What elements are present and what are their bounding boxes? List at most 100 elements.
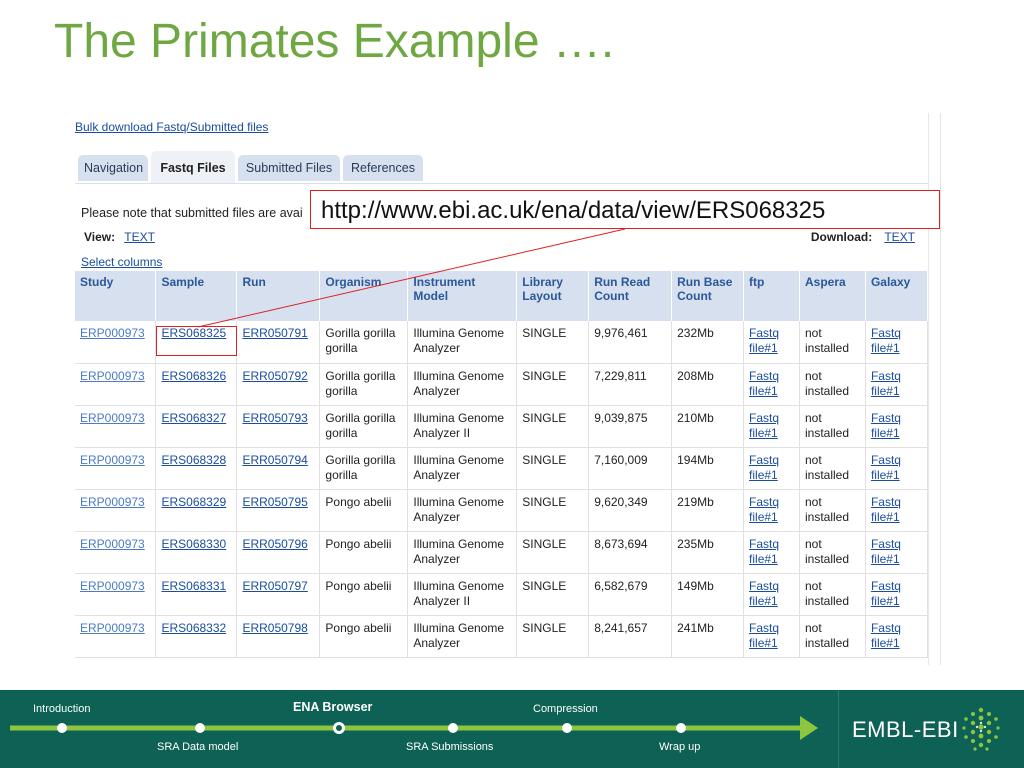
step-dot-sra-submissions[interactable] bbox=[448, 723, 458, 733]
organism-cell: Pongo abelii bbox=[319, 615, 409, 658]
step-label-introduction[interactable]: Introduction bbox=[33, 703, 90, 715]
column-header-library-layout[interactable]: Library Layout bbox=[516, 271, 590, 321]
aspera-cell: not installed bbox=[799, 489, 866, 532]
step-label-ena-browser[interactable]: ENA Browser bbox=[293, 700, 372, 714]
ftp-fastq-link[interactable]: Fastq file#1 bbox=[749, 369, 779, 398]
view-text-link[interactable]: TEXT bbox=[124, 230, 155, 244]
layout-cell: SINGLE bbox=[516, 531, 590, 574]
step-dot-ena-browser-current bbox=[336, 725, 342, 731]
run-link[interactable]: ERR050796 bbox=[242, 537, 307, 551]
study-link[interactable]: ERP000973 bbox=[80, 579, 145, 593]
layout-cell: SINGLE bbox=[516, 615, 590, 658]
galaxy-fastq-link[interactable]: Fastq file#1 bbox=[871, 369, 901, 398]
instrument-cell: Illumina Genome Analyzer II bbox=[407, 573, 518, 616]
run-link[interactable]: ERR050792 bbox=[242, 369, 307, 383]
sample-link[interactable]: ERS068326 bbox=[161, 369, 226, 383]
aspera-cell: not installed bbox=[799, 363, 866, 406]
galaxy-fastq-link[interactable]: Fastq file#1 bbox=[871, 579, 901, 608]
column-header-study[interactable]: Study bbox=[75, 271, 157, 321]
galaxy-fastq-link[interactable]: Fastq file#1 bbox=[871, 326, 901, 355]
galaxy-fastq-link[interactable]: Fastq file#1 bbox=[871, 411, 901, 440]
galaxy-fastq-link[interactable]: Fastq file#1 bbox=[871, 453, 901, 482]
table-row: ERP000973 ERS068331 ERR050797 Pongo abel… bbox=[75, 573, 929, 616]
step-label-compression[interactable]: Compression bbox=[533, 703, 598, 715]
select-columns-link[interactable]: Select columns bbox=[81, 255, 162, 269]
run-link[interactable]: ERR050791 bbox=[242, 326, 307, 340]
galaxy-fastq-link[interactable]: Fastq file#1 bbox=[871, 621, 901, 650]
sample-link[interactable]: ERS068330 bbox=[161, 537, 226, 551]
layout-cell: SINGLE bbox=[516, 321, 590, 364]
step-dot-wrap-up[interactable] bbox=[676, 723, 686, 733]
tab-submitted-files[interactable]: Submitted Files bbox=[238, 155, 340, 181]
url-callout: http://www.ebi.ac.uk/ena/data/view/ERS06… bbox=[310, 190, 940, 229]
column-header-ftp[interactable]: ftp bbox=[743, 271, 800, 321]
download-label: Download: bbox=[810, 230, 873, 244]
run-link[interactable]: ERR050797 bbox=[242, 579, 307, 593]
run-link[interactable]: ERR050793 bbox=[242, 411, 307, 425]
read-count-cell: 9,039,875 bbox=[588, 405, 673, 448]
step-label-wrap-up[interactable]: Wrap up bbox=[659, 741, 700, 753]
sample-link[interactable]: ERS068329 bbox=[161, 495, 226, 509]
organism-cell: Gorilla gorilla gorilla bbox=[319, 447, 409, 490]
step-label-sra-data-model[interactable]: SRA Data model bbox=[157, 741, 238, 753]
layout-cell: SINGLE bbox=[516, 447, 590, 490]
table-header-row: Study Sample Run Organism Instrument Mod… bbox=[75, 271, 929, 321]
study-link[interactable]: ERP000973 bbox=[80, 453, 145, 467]
aspera-cell: not installed bbox=[799, 531, 866, 574]
column-header-sample[interactable]: Sample bbox=[155, 271, 238, 321]
study-link[interactable]: ERP000973 bbox=[80, 411, 145, 425]
study-link[interactable]: ERP000973 bbox=[80, 537, 145, 551]
step-dot-sra-data-model[interactable] bbox=[195, 723, 205, 733]
column-header-run-base-count[interactable]: Run Base Count bbox=[671, 271, 745, 321]
read-count-cell: 8,241,657 bbox=[588, 615, 673, 658]
sample-link[interactable]: ERS068327 bbox=[161, 411, 226, 425]
download-options: Download: TEXT bbox=[811, 230, 915, 244]
base-count-cell: 210Mb bbox=[671, 405, 745, 448]
galaxy-fastq-link[interactable]: Fastq file#1 bbox=[871, 537, 901, 566]
ftp-fastq-link[interactable]: Fastq file#1 bbox=[749, 579, 779, 608]
instrument-cell: Illumina Genome Analyzer bbox=[407, 321, 518, 364]
ftp-fastq-link[interactable]: Fastq file#1 bbox=[749, 411, 779, 440]
step-dot-introduction[interactable] bbox=[57, 723, 67, 733]
ftp-fastq-link[interactable]: Fastq file#1 bbox=[749, 495, 779, 524]
layout-cell: SINGLE bbox=[516, 489, 590, 532]
instrument-cell: Illumina Genome Analyzer II bbox=[407, 405, 518, 448]
base-count-cell: 235Mb bbox=[671, 531, 745, 574]
study-link[interactable]: ERP000973 bbox=[80, 326, 145, 340]
tab-navigation[interactable]: Navigation bbox=[78, 155, 148, 181]
bulk-download-link[interactable]: Bulk download Fastq/Submitted files bbox=[75, 120, 268, 134]
sample-link[interactable]: ERS068331 bbox=[161, 579, 226, 593]
column-header-run-read-count[interactable]: Run Read Count bbox=[588, 271, 673, 321]
ftp-fastq-link[interactable]: Fastq file#1 bbox=[749, 326, 779, 355]
ftp-fastq-link[interactable]: Fastq file#1 bbox=[749, 453, 779, 482]
table-row: ERP000973 ERS068326 ERR050792 Gorilla go… bbox=[75, 363, 929, 406]
sample-link[interactable]: ERS068328 bbox=[161, 453, 226, 467]
step-label-sra-submissions[interactable]: SRA Submissions bbox=[406, 741, 493, 753]
column-header-instrument-model[interactable]: Instrument Model bbox=[407, 271, 518, 321]
organism-cell: Pongo abelii bbox=[319, 573, 409, 616]
ftp-fastq-link[interactable]: Fastq file#1 bbox=[749, 621, 779, 650]
step-dot-compression[interactable] bbox=[562, 723, 572, 733]
slide-title: The Primates Example …. bbox=[54, 15, 615, 68]
download-text-link[interactable]: TEXT bbox=[884, 230, 915, 244]
study-link[interactable]: ERP000973 bbox=[80, 495, 145, 509]
organism-cell: Pongo abelii bbox=[319, 531, 409, 574]
column-header-galaxy[interactable]: Galaxy bbox=[865, 271, 929, 321]
galaxy-fastq-link[interactable]: Fastq file#1 bbox=[871, 495, 901, 524]
column-header-organism[interactable]: Organism bbox=[319, 271, 409, 321]
tab-references[interactable]: References bbox=[343, 155, 423, 181]
tab-fastq-files[interactable]: Fastq Files bbox=[151, 151, 235, 183]
sample-highlight-box bbox=[156, 326, 237, 356]
run-link[interactable]: ERR050795 bbox=[242, 495, 307, 509]
study-link[interactable]: ERP000973 bbox=[80, 369, 145, 383]
aspera-cell: not installed bbox=[799, 405, 866, 448]
read-count-cell: 9,976,461 bbox=[588, 321, 673, 364]
study-link[interactable]: ERP000973 bbox=[80, 621, 145, 635]
ftp-fastq-link[interactable]: Fastq file#1 bbox=[749, 537, 779, 566]
instrument-cell: Illumina Genome Analyzer bbox=[407, 615, 518, 658]
run-link[interactable]: ERR050794 bbox=[242, 453, 307, 467]
column-header-run[interactable]: Run bbox=[236, 271, 321, 321]
column-header-aspera[interactable]: Aspera bbox=[799, 271, 866, 321]
run-link[interactable]: ERR050798 bbox=[242, 621, 307, 635]
sample-link[interactable]: ERS068332 bbox=[161, 621, 226, 635]
